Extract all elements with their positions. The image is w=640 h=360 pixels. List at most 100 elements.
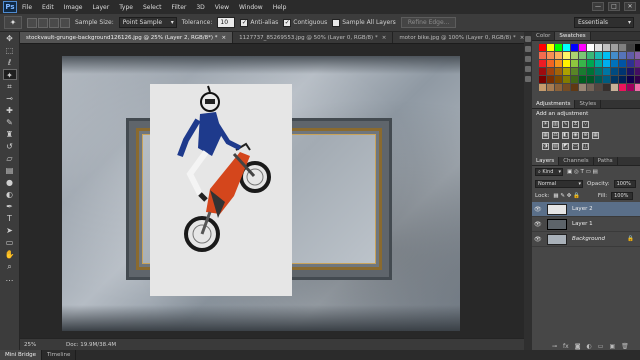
color-swatch[interactable] bbox=[539, 60, 546, 67]
menu-view[interactable]: View bbox=[210, 4, 234, 11]
menu-window[interactable]: Window bbox=[234, 4, 268, 11]
color-swatch[interactable] bbox=[635, 60, 640, 67]
color-swatch[interactable] bbox=[635, 44, 640, 51]
antialias-checkbox[interactable]: ✓ Anti-alias bbox=[240, 18, 278, 27]
new-group-icon[interactable]: ▭ bbox=[598, 344, 604, 350]
history-panel-icon[interactable] bbox=[525, 36, 531, 42]
color-swatch[interactable] bbox=[547, 84, 554, 91]
magic-wand-preset-icon[interactable]: ✦ bbox=[4, 16, 22, 29]
color-swatch[interactable] bbox=[579, 68, 586, 75]
layer-name[interactable]: Layer 1 bbox=[572, 221, 593, 227]
color-swatch[interactable] bbox=[579, 52, 586, 59]
color-swatch[interactable] bbox=[571, 76, 578, 83]
color-swatch[interactable] bbox=[587, 76, 594, 83]
add-selection-icon[interactable] bbox=[38, 17, 48, 28]
add-mask-icon[interactable]: ◙ bbox=[575, 344, 581, 350]
color-swatch[interactable] bbox=[611, 68, 618, 75]
rectangle-tool-icon[interactable]: ▭ bbox=[3, 237, 17, 248]
color-swatch[interactable] bbox=[619, 60, 626, 67]
threshold-icon[interactable]: ◩ bbox=[562, 143, 569, 150]
posterize-icon[interactable]: ▧ bbox=[552, 143, 559, 150]
menu-3d[interactable]: 3D bbox=[191, 4, 209, 11]
document-size[interactable]: Doc: 19.9M/38.4M bbox=[66, 342, 116, 348]
color-swatch[interactable] bbox=[563, 68, 570, 75]
tab-color[interactable]: Color bbox=[532, 32, 556, 40]
selective-color-icon[interactable]: ◫ bbox=[582, 143, 589, 150]
color-swatch[interactable] bbox=[603, 76, 610, 83]
color-swatch[interactable] bbox=[611, 44, 618, 51]
color-swatch[interactable] bbox=[539, 68, 546, 75]
document-canvas[interactable] bbox=[62, 56, 460, 331]
color-swatch[interactable] bbox=[547, 44, 554, 51]
fill-input[interactable]: 100% bbox=[611, 192, 634, 200]
new-layer-icon[interactable]: ▣ bbox=[609, 344, 615, 350]
color-swatch[interactable] bbox=[619, 44, 626, 51]
close-tab-icon[interactable]: × bbox=[382, 35, 387, 41]
color-swatch[interactable] bbox=[587, 84, 594, 91]
color-swatch[interactable] bbox=[563, 60, 570, 67]
color-swatch[interactable] bbox=[611, 52, 618, 59]
color-swatch[interactable] bbox=[635, 76, 640, 83]
layer-row[interactable]: 👁 Layer 1 bbox=[532, 217, 640, 232]
color-swatch[interactable] bbox=[603, 60, 610, 67]
lasso-tool-icon[interactable]: ℓ bbox=[3, 57, 17, 68]
tab-adjustments[interactable]: Adjustments bbox=[532, 100, 576, 108]
zoom-level[interactable]: 25% bbox=[24, 342, 46, 348]
gradient-tool-icon[interactable]: ▤ bbox=[3, 165, 17, 176]
color-balance-icon[interactable]: ⚖ bbox=[552, 132, 559, 139]
hand-tool-icon[interactable]: ✋ bbox=[3, 249, 17, 260]
character-panel-icon[interactable] bbox=[525, 66, 531, 72]
tab-document-2[interactable]: 1127737_85269553.jpg @ 50% (Layer 0, RGB… bbox=[233, 32, 394, 43]
color-swatch[interactable] bbox=[547, 60, 554, 67]
vibrance-icon[interactable]: ▽ bbox=[582, 121, 589, 128]
exposure-icon[interactable]: ± bbox=[572, 121, 579, 128]
visibility-eye-icon[interactable]: 👁 bbox=[534, 236, 543, 243]
color-lookup-icon[interactable]: ▦ bbox=[592, 132, 599, 139]
color-swatch[interactable] bbox=[563, 84, 570, 91]
color-swatch[interactable] bbox=[539, 44, 546, 51]
color-swatch[interactable] bbox=[595, 44, 602, 51]
extras-icon[interactable]: … bbox=[3, 273, 17, 284]
color-swatch[interactable] bbox=[627, 68, 634, 75]
menu-image[interactable]: Image bbox=[59, 4, 88, 11]
color-swatch[interactable] bbox=[563, 76, 570, 83]
brightness-contrast-icon[interactable]: ☀ bbox=[542, 121, 549, 128]
menu-file[interactable]: File bbox=[17, 4, 37, 11]
color-swatch[interactable] bbox=[571, 84, 578, 91]
color-swatch[interactable] bbox=[539, 52, 546, 59]
blend-mode-select[interactable]: Normal bbox=[535, 180, 583, 188]
color-swatch[interactable] bbox=[595, 52, 602, 59]
menu-layer[interactable]: Layer bbox=[87, 4, 114, 11]
color-swatch[interactable] bbox=[555, 52, 562, 59]
color-swatch[interactable] bbox=[635, 52, 640, 59]
color-swatch[interactable] bbox=[563, 44, 570, 51]
color-swatch[interactable] bbox=[627, 44, 634, 51]
color-swatch[interactable] bbox=[571, 52, 578, 59]
color-swatch[interactable] bbox=[587, 68, 594, 75]
channel-mixer-icon[interactable]: ⊕ bbox=[582, 132, 589, 139]
sample-all-layers-checkbox[interactable]: Sample All Layers bbox=[332, 18, 396, 27]
color-swatch[interactable] bbox=[619, 68, 626, 75]
photo-filter-icon[interactable]: ◉ bbox=[572, 132, 579, 139]
tab-layers[interactable]: Layers bbox=[532, 157, 560, 165]
close-tab-icon[interactable]: × bbox=[222, 35, 227, 41]
minimize-button[interactable]: — bbox=[592, 2, 604, 11]
tab-document-3[interactable]: motor bike.jpg @ 100% (Layer 0, RGB/8) *… bbox=[393, 32, 532, 43]
color-swatch[interactable] bbox=[555, 60, 562, 67]
color-swatch[interactable] bbox=[619, 84, 626, 91]
color-swatch[interactable] bbox=[555, 44, 562, 51]
color-swatch[interactable] bbox=[595, 84, 602, 91]
color-swatch[interactable] bbox=[555, 84, 562, 91]
color-swatch[interactable] bbox=[627, 60, 634, 67]
link-layers-icon[interactable]: ⊸ bbox=[552, 344, 557, 350]
color-swatch[interactable] bbox=[619, 52, 626, 59]
color-swatch[interactable] bbox=[579, 44, 586, 51]
history-brush-tool-icon[interactable]: ↺ bbox=[3, 141, 17, 152]
color-swatch[interactable] bbox=[587, 44, 594, 51]
color-swatch[interactable] bbox=[555, 68, 562, 75]
curves-icon[interactable]: ∿ bbox=[562, 121, 569, 128]
pen-tool-icon[interactable]: ✒ bbox=[3, 201, 17, 212]
new-selection-icon[interactable] bbox=[27, 17, 37, 28]
color-swatch[interactable] bbox=[579, 60, 586, 67]
color-swatch[interactable] bbox=[539, 84, 546, 91]
